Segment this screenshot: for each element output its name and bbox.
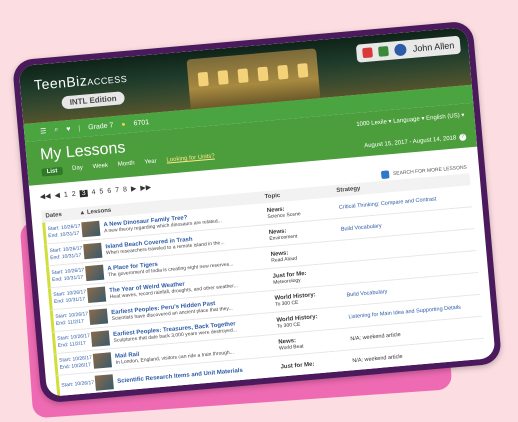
preferences-bar[interactable]: 1000 Lexile ▾ Language ▾ English (US) ▾ bbox=[356, 112, 465, 128]
user-avatar-icon bbox=[394, 43, 408, 57]
lesson-thumbnail[interactable] bbox=[88, 308, 109, 325]
row-dates: Start: 10/26/17 End: 10/31/17 bbox=[53, 289, 88, 306]
tab-week[interactable]: Week bbox=[93, 163, 109, 172]
lesson-thumbnail[interactable] bbox=[83, 242, 103, 260]
lesson-thumbnail[interactable] bbox=[92, 352, 112, 369]
tablet-frame: TeenBizACCESS INTL Edition John Allen ☰ … bbox=[11, 20, 503, 404]
lesson-text: Scientific Research Items and Unit Mater… bbox=[117, 367, 243, 384]
lesson-thumbnail[interactable] bbox=[85, 264, 105, 282]
row-strategy[interactable]: Critical Thinking: Compare and Contrast bbox=[339, 193, 472, 210]
lesson-thumbnail[interactable] bbox=[90, 330, 111, 347]
search-lessons-icon bbox=[380, 170, 390, 180]
tab-list[interactable]: List bbox=[41, 166, 63, 177]
lesson-thumbnail[interactable] bbox=[86, 286, 107, 304]
help-icon[interactable]: ? bbox=[458, 133, 467, 142]
col-dates[interactable]: Dates bbox=[45, 210, 79, 219]
building-window bbox=[237, 68, 249, 84]
app-screen: TeenBizACCESS INTL Edition John Allen ☰ … bbox=[18, 27, 496, 397]
logo-suffix: ACCESS bbox=[86, 73, 128, 88]
flag-icon[interactable] bbox=[378, 45, 390, 57]
edition-badge: INTL Edition bbox=[61, 91, 126, 110]
row-strategy[interactable] bbox=[345, 262, 477, 274]
building-window bbox=[217, 70, 229, 85]
row-topic: News: World Beat bbox=[278, 333, 351, 351]
topic-name: Just for Me: bbox=[280, 361, 315, 371]
next-page-icon[interactable]: ▶ bbox=[131, 184, 137, 192]
date-range: August 15, 2017 - August 14, 2018 ? bbox=[364, 133, 467, 149]
lesson-thumbnail[interactable] bbox=[81, 220, 101, 238]
row-topic: World History: To 300 CE bbox=[276, 311, 349, 330]
first-page-icon[interactable]: ◀◀ bbox=[40, 192, 51, 201]
menu-icon[interactable]: ☰ bbox=[40, 127, 47, 136]
app-logo[interactable]: TeenBizACCESS bbox=[33, 69, 127, 93]
row-topic: News: Environment bbox=[269, 223, 342, 241]
row-dates: Start: 10/26/17 bbox=[61, 380, 95, 390]
page-link[interactable]: 4 bbox=[91, 189, 96, 196]
date-range-text: August 15, 2017 - August 14, 2018 bbox=[363, 134, 457, 149]
row-dates: Start: 10/26/17 End: 10/31/17 bbox=[51, 267, 86, 284]
lesson-title-link[interactable]: Scientific Research Items and Unit Mater… bbox=[117, 367, 243, 384]
building-window bbox=[257, 66, 269, 82]
divider: | bbox=[78, 124, 81, 132]
logo-text: TeenBiz bbox=[33, 72, 88, 93]
row-strategy[interactable]: Listening for Main Idea and Supporting D… bbox=[348, 302, 481, 320]
row-strategy[interactable] bbox=[343, 240, 475, 252]
page-link[interactable]: 7 bbox=[115, 186, 120, 193]
coin-icon: ● bbox=[121, 120, 126, 128]
page-link[interactable]: 8 bbox=[123, 186, 128, 193]
search-icon[interactable]: ⌕ bbox=[54, 126, 59, 134]
col-lessons-label: Lessons bbox=[86, 207, 112, 216]
row-topic: World History: To 300 CE bbox=[274, 289, 347, 308]
page-link[interactable]: 1 bbox=[64, 191, 69, 198]
page-link[interactable]: 6 bbox=[107, 187, 112, 194]
lessons-content: ◀◀ ◀ 1 2 3 4 5 6 7 8 ▶ ▶▶ SEARCH FOR MOR… bbox=[29, 147, 496, 397]
tab-year[interactable]: Year bbox=[144, 159, 157, 168]
user-name[interactable]: John Allen bbox=[412, 40, 454, 54]
row-topic: News: Read Aloud bbox=[270, 245, 343, 263]
prev-page-icon[interactable]: ◀ bbox=[54, 191, 60, 199]
tab-month[interactable]: Month bbox=[118, 160, 135, 169]
row-strategy: N/A: weekend article bbox=[350, 331, 401, 342]
row-strategy: N/A: weekend article bbox=[352, 353, 403, 364]
row-start-date: Start: 10/26/17 bbox=[61, 379, 95, 389]
row-dates: Start: 10/26/17 End: 10/31/17 bbox=[49, 245, 84, 262]
building-window bbox=[277, 64, 289, 80]
row-dates: Start: 10/26/17 End: 10/26/17 bbox=[59, 354, 94, 371]
tab-day[interactable]: Day bbox=[72, 165, 83, 174]
building-window bbox=[297, 63, 309, 78]
row-topic: Just for Me: bbox=[280, 358, 352, 370]
row-strategy[interactable]: Build Vocabulary bbox=[346, 280, 479, 298]
row-topic: News: Science Scene bbox=[267, 201, 340, 219]
row-strategy[interactable]: Build Vocabulary bbox=[341, 215, 474, 233]
row-dates: Start: 10/26/17 End: 11/2/17 bbox=[55, 311, 90, 328]
points-value: 6701 bbox=[133, 118, 150, 127]
row-topic: Just for Me: Meteorology bbox=[272, 267, 345, 285]
last-page-icon[interactable]: ▶▶ bbox=[140, 183, 151, 192]
heart-icon[interactable]: ♥ bbox=[66, 125, 71, 132]
grade-selector[interactable]: Grade 7 bbox=[88, 122, 114, 131]
lesson-rows: Start: 10/26/17 End: 10/31/17 A New Dino… bbox=[42, 185, 486, 397]
units-help-link[interactable]: Looking for Units? bbox=[166, 153, 215, 165]
row-dates: Start: 10/26/17 End: 10/31/17 bbox=[47, 223, 82, 240]
page-current[interactable]: 3 bbox=[79, 189, 88, 197]
notification-icon[interactable] bbox=[362, 47, 374, 59]
building-window bbox=[197, 71, 209, 87]
row-dates: Start: 10/26/17 End: 11/2/17 bbox=[57, 332, 92, 349]
page-link[interactable]: 5 bbox=[99, 188, 104, 195]
page-link[interactable]: 2 bbox=[72, 190, 77, 197]
user-menu[interactable]: John Allen bbox=[356, 35, 461, 63]
lesson-thumbnail[interactable] bbox=[94, 374, 114, 391]
page-title: My Lessons bbox=[39, 139, 127, 164]
